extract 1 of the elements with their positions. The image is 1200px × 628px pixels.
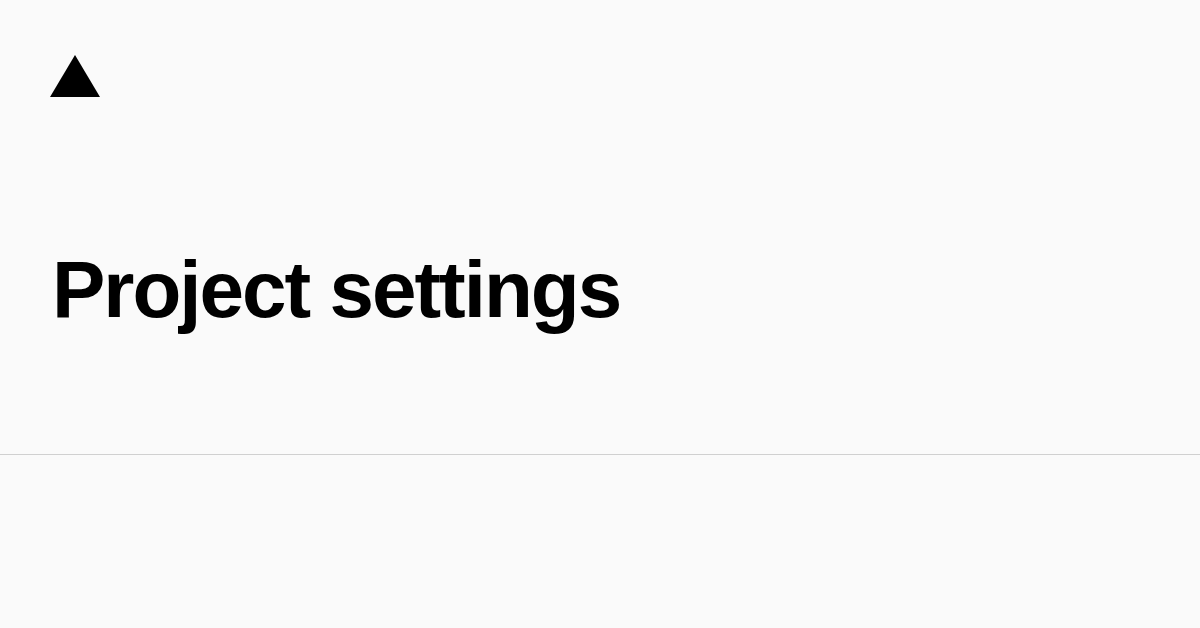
triangle-logo-icon (50, 55, 100, 97)
